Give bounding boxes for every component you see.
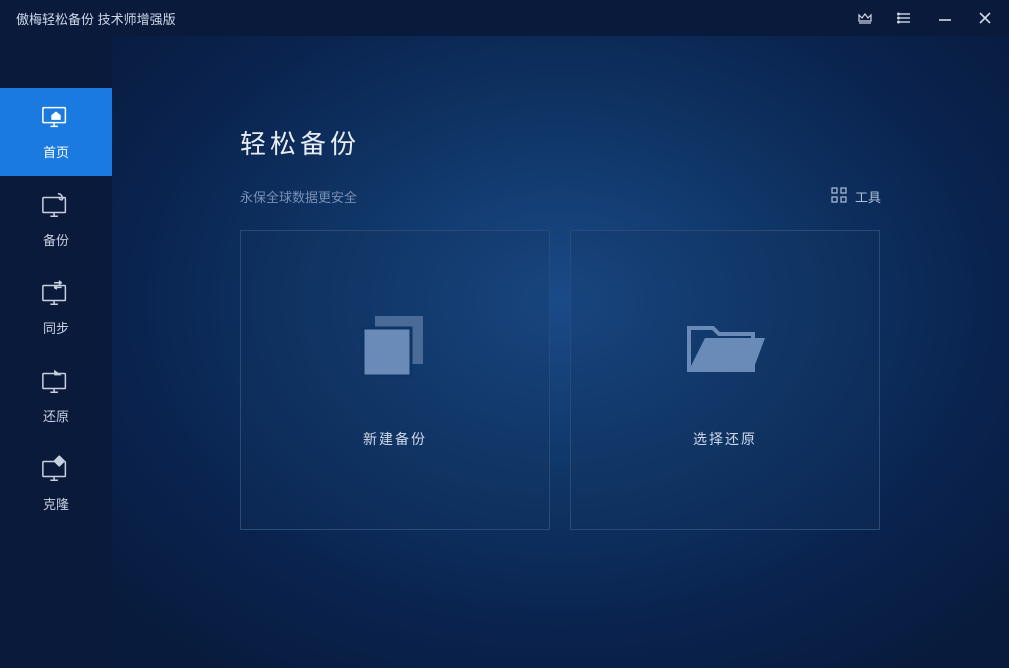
sidebar-item-clone[interactable]: 克隆 [0,440,112,528]
content-area: 轻松备份 永保全球数据更安全 工具 [112,36,1009,668]
folder-icon [681,312,769,387]
sidebar-item-sync[interactable]: 同步 [0,264,112,352]
home-icon [41,103,71,134]
sidebar-item-label: 首页 [43,142,69,161]
app-title: 傲梅轻松备份 技术师增强版 [16,9,176,28]
restore-icon [41,367,71,398]
sidebar-item-backup[interactable]: 备份 [0,176,112,264]
sidebar: 首页 备份 [0,36,112,668]
select-restore-card[interactable]: 选择还原 [570,230,880,530]
titlebar: 傲梅轻松备份 技术师增强版 [0,0,1009,36]
select-restore-label: 选择还原 [693,429,757,449]
page-subtitle: 永保全球数据更安全 [240,187,357,206]
sidebar-item-label: 备份 [43,230,69,249]
crown-icon[interactable] [857,10,873,26]
clone-icon [41,455,71,486]
new-backup-card[interactable]: 新建备份 [240,230,550,530]
sidebar-item-home[interactable]: 首页 [0,88,112,176]
new-backup-label: 新建备份 [363,429,427,449]
backup-icon [41,191,71,222]
tools-button[interactable]: 工具 [831,187,881,206]
sidebar-item-restore[interactable]: 还原 [0,352,112,440]
sidebar-item-label: 克隆 [43,494,69,513]
grid-icon [831,187,847,206]
stack-icon [351,312,439,387]
close-button[interactable] [977,10,993,26]
sidebar-item-label: 同步 [43,318,69,337]
page-title: 轻松备份 [240,124,881,161]
sidebar-item-label: 还原 [43,406,69,425]
minimize-button[interactable] [937,10,953,26]
sync-icon [41,279,71,310]
menu-icon[interactable] [897,10,913,26]
tools-label: 工具 [855,187,881,206]
